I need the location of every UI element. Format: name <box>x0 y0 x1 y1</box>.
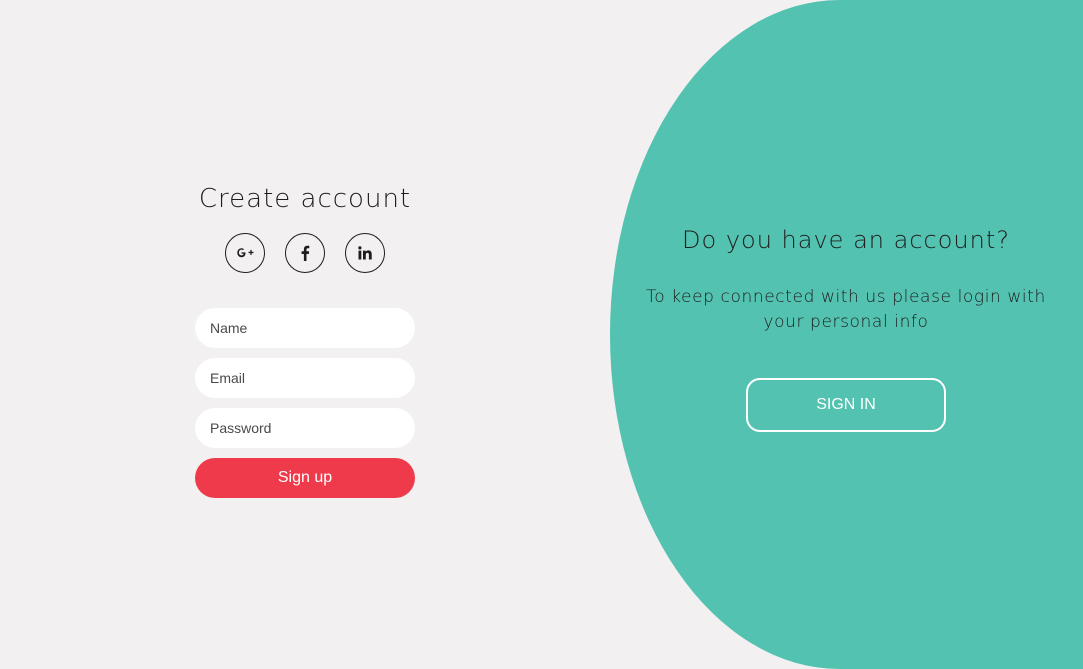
name-field[interactable] <box>195 308 415 348</box>
linkedin-icon <box>358 246 372 260</box>
sign-in-button[interactable]: SIGN IN <box>746 378 946 432</box>
signup-form: Create account Name Email Sign up <box>195 180 415 498</box>
facebook-button[interactable] <box>285 233 325 273</box>
email-field[interactable] <box>195 358 415 398</box>
page: Create account Name Email Sign up Do you… <box>0 0 1083 669</box>
form-title: Create account <box>198 184 412 214</box>
overlay-description: To keep connected with us please login w… <box>646 287 1046 332</box>
facebook-icon <box>300 245 310 261</box>
social-login-row <box>225 233 385 273</box>
google-plus-icon <box>235 246 255 260</box>
signup-fields <box>195 308 415 448</box>
linkedin-button[interactable] <box>345 233 385 273</box>
sign-up-button[interactable]: Sign up <box>195 458 415 498</box>
overlay-title: Do you have an account? <box>682 226 1010 254</box>
signin-prompt: Do you have an account? To keep connecte… <box>630 220 1062 432</box>
password-field[interactable] <box>195 408 415 448</box>
google-plus-button[interactable] <box>225 233 265 273</box>
